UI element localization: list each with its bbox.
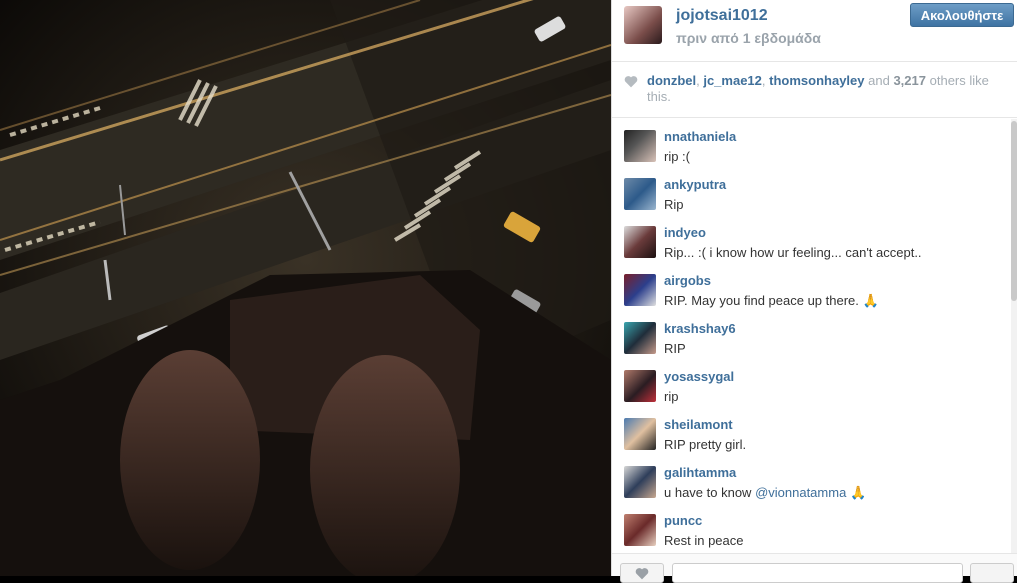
follow-button[interactable]: Ακολουθήστε <box>910 3 1014 27</box>
comments-scrollbar[interactable] <box>1011 119 1017 553</box>
comment-item: yosassygal rip <box>612 359 1012 407</box>
city-street-night-photo <box>0 0 611 576</box>
liker-link[interactable]: jc_mae12 <box>703 73 762 88</box>
comment-item: indyeo Rip... :( i know how ur feeling..… <box>612 215 1012 263</box>
comment-text: RIP <box>664 341 686 356</box>
commenter-avatar[interactable] <box>624 466 656 498</box>
post-timestamp: πριν από 1 εβδομάδα <box>676 30 821 46</box>
comment-text: Rip... :( i know how ur feeling... can't… <box>664 245 922 260</box>
comment-text: RIP. May you find peace up there. 🙏 <box>664 293 879 308</box>
comment-mention-link[interactable]: @vionnatamma <box>755 485 846 500</box>
comment-input[interactable] <box>672 563 963 583</box>
comment-item: puncc Rest in peace <box>612 503 1012 551</box>
commenter-avatar[interactable] <box>624 370 656 402</box>
post-header: jojotsai1012 πριν από 1 εβδομάδα Ακολουθ… <box>612 0 1017 62</box>
comment-list: nnathaniela rip :( ankyputra Rip indyeo … <box>612 119 1012 553</box>
author-username[interactable]: jojotsai1012 <box>676 7 768 25</box>
comment-username[interactable]: galihtamma <box>664 465 736 480</box>
commenter-avatar[interactable] <box>624 418 656 450</box>
comment-username[interactable]: nnathaniela <box>664 129 736 144</box>
commenter-avatar[interactable] <box>624 274 656 306</box>
comment-text: rip :( <box>664 149 690 164</box>
comment-emoji: 🙏 <box>849 485 867 500</box>
comment-item: ankyputra Rip <box>612 167 1012 215</box>
comment-text: Rest in peace <box>664 533 744 548</box>
comment-text: Rip <box>664 197 684 212</box>
comment-text: u have to know @vionnatamma 🙏 <box>664 485 866 501</box>
comment-username[interactable]: yosassygal <box>664 369 734 384</box>
likes-count[interactable]: 3,217 <box>893 73 926 88</box>
comment-username[interactable]: airgobs <box>664 273 711 288</box>
author-avatar[interactable] <box>624 6 662 44</box>
post-photo[interactable] <box>0 0 611 576</box>
commenter-avatar[interactable] <box>624 226 656 258</box>
likes-and: and <box>868 73 890 88</box>
post-side-panel: jojotsai1012 πριν από 1 εβδομάδα Ακολουθ… <box>611 0 1017 583</box>
comment-username[interactable]: sheilamont <box>664 417 733 432</box>
commenter-avatar[interactable] <box>624 514 656 546</box>
comment-text: RIP pretty girl. <box>664 437 747 452</box>
like-button[interactable] <box>620 563 664 583</box>
comment-footer <box>612 553 1017 583</box>
commenter-avatar[interactable] <box>624 178 656 210</box>
comment-item: krashshay6 RIP <box>612 311 1012 359</box>
likes-summary: donzbel, jc_mae12, thomsonhayley and 3,2… <box>612 62 1017 118</box>
comment-username[interactable]: puncc <box>664 513 702 528</box>
comment-username[interactable]: krashshay6 <box>664 321 736 336</box>
liker-link[interactable]: thomsonhayley <box>769 73 864 88</box>
comment-username[interactable]: ankyputra <box>664 177 726 192</box>
comment-username[interactable]: indyeo <box>664 225 706 240</box>
more-options-button[interactable] <box>970 563 1014 583</box>
commenter-avatar[interactable] <box>624 322 656 354</box>
liker-link[interactable]: donzbel <box>647 73 696 88</box>
comment-item: sheilamont RIP pretty girl. <box>612 407 1012 455</box>
scrollbar-thumb[interactable] <box>1011 121 1017 301</box>
comment-text-part: u have to know <box>664 485 756 500</box>
comment-item: airgobs RIP. May you find peace up there… <box>612 263 1012 311</box>
comment-item: nnathaniela rip :( <box>612 119 1012 167</box>
comment-item: galihtamma u have to know @vionnatamma 🙏 <box>612 455 1012 503</box>
comment-text: rip <box>664 389 679 404</box>
commenter-avatar[interactable] <box>624 130 656 162</box>
heart-icon <box>635 568 649 580</box>
heart-icon <box>624 76 638 88</box>
